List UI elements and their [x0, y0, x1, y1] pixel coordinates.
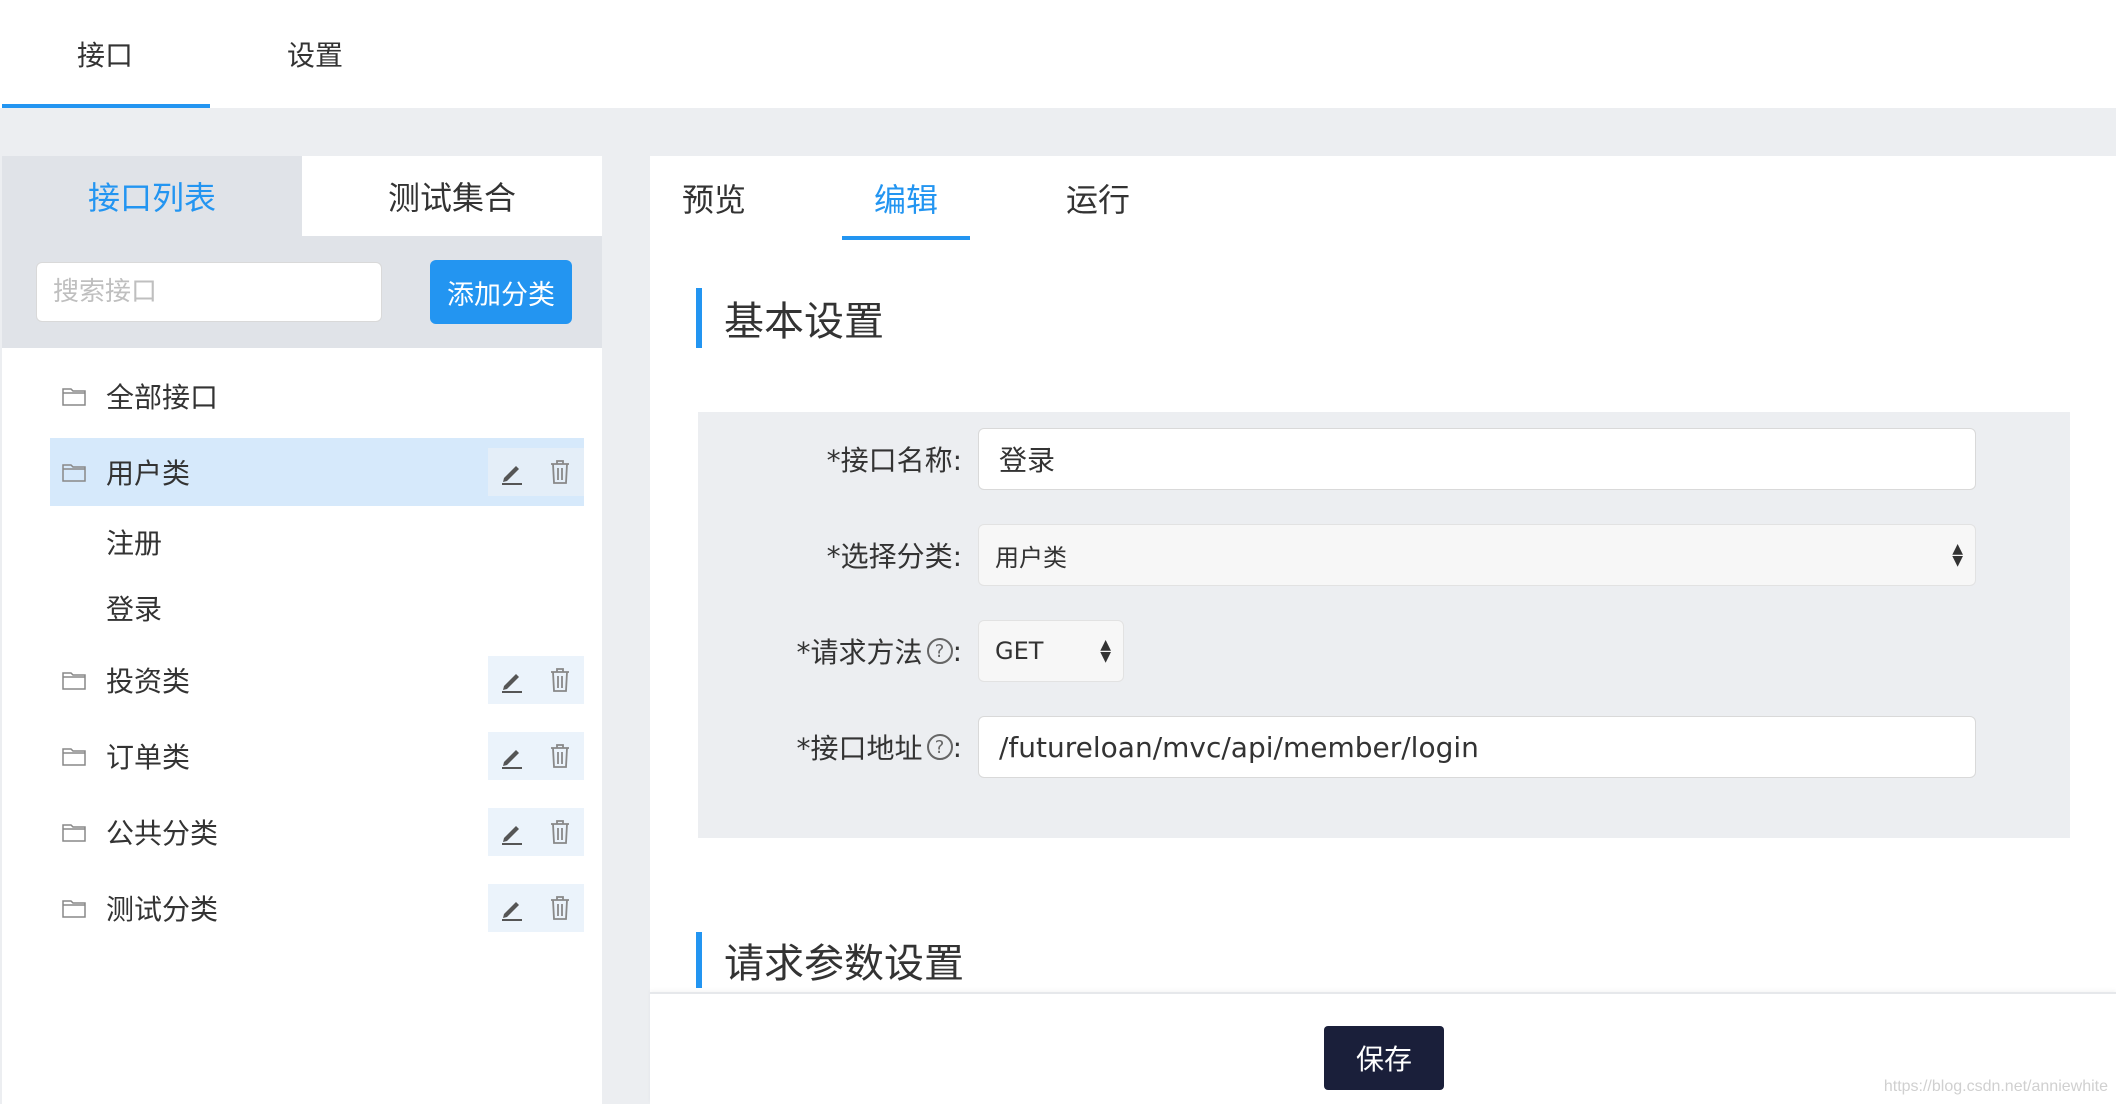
top-nav: 接口 设置 — [0, 0, 2116, 108]
active-tab-indicator — [2, 104, 210, 108]
folder-icon — [62, 464, 86, 482]
active-tab-indicator — [842, 236, 970, 240]
edit-icon[interactable] — [498, 742, 526, 770]
tree-subitem-register[interactable]: 注册 — [106, 522, 162, 562]
save-button[interactable]: 保存 — [1324, 1026, 1444, 1090]
row-actions — [488, 884, 584, 932]
tree-item-category[interactable]: 订单类 — [50, 722, 584, 790]
tree-item-category[interactable]: 测试分类 — [50, 874, 584, 942]
folder-icon — [62, 900, 86, 918]
edit-icon[interactable] — [498, 818, 526, 846]
method-select-value: GET — [995, 637, 1044, 665]
interface-path-input[interactable]: /futureloan/mvc/api/member/login — [978, 716, 1976, 778]
tree-item-category[interactable]: 公共分类 — [50, 798, 584, 866]
help-icon[interactable]: ? — [926, 734, 953, 760]
tab-preview[interactable]: 预览 — [682, 156, 746, 240]
delete-icon[interactable] — [546, 742, 574, 770]
tree-item-category[interactable]: 用户类 — [50, 438, 584, 506]
tree-item-label: 订单类 — [106, 741, 191, 774]
watermark: https://blog.csdn.net/anniewhite — [1883, 1078, 2108, 1095]
tree-item-label: 投资类 — [106, 665, 191, 698]
tab-test-collection[interactable]: 测试集合 — [302, 156, 602, 236]
delete-icon[interactable] — [546, 666, 574, 694]
row-actions — [488, 448, 584, 496]
tab-run[interactable]: 运行 — [1066, 156, 1130, 240]
tab-edit[interactable]: 编辑 — [874, 156, 938, 240]
edit-icon[interactable] — [498, 666, 526, 694]
edit-icon[interactable] — [498, 894, 526, 922]
row-actions — [488, 656, 584, 704]
category-select[interactable]: 用户类 ▲ ▼ — [978, 524, 1976, 586]
tree-item-label: 用户类 — [106, 457, 191, 490]
select-arrows-icon: ▲ ▼ — [1952, 541, 1963, 569]
tab-settings[interactable]: 设置 — [210, 0, 420, 108]
field-label-method: *请求方法 ? : — [796, 634, 962, 670]
row-actions — [488, 808, 584, 856]
left-panel: 接口列表 测试集合 添加分类 — [2, 156, 602, 1104]
delete-icon[interactable] — [546, 894, 574, 922]
field-label-path: *接口地址 ? : — [796, 730, 962, 766]
tree-item-label: 全部接口 — [106, 381, 219, 414]
tree-item-all[interactable]: 全部接口 — [50, 362, 584, 430]
folder-icon — [62, 388, 86, 406]
category-select-value: 用户类 — [995, 543, 1067, 572]
field-label-name: *接口名称: — [826, 444, 962, 477]
tab-interface[interactable]: 接口 — [0, 0, 210, 108]
main-panel: 预览 编辑 运行 基本设置 *接口名称: 登录 *选择分类: 用户类 ▲ ▼ *请… — [650, 156, 2116, 1104]
tree-item-label: 公共分类 — [106, 817, 219, 850]
interface-name-input[interactable]: 登录 — [978, 428, 1976, 490]
field-label-category: *选择分类: — [826, 540, 962, 573]
section-title-basic: 基本设置 — [696, 288, 884, 348]
tab-interface-list[interactable]: 接口列表 — [2, 156, 302, 236]
folder-icon — [62, 672, 86, 690]
delete-icon[interactable] — [546, 458, 574, 486]
section-title-params: 请求参数设置 — [696, 932, 964, 988]
tree-item-label: 测试分类 — [106, 893, 219, 926]
folder-icon — [62, 824, 86, 842]
delete-icon[interactable] — [546, 818, 574, 846]
folder-icon — [62, 748, 86, 766]
tree-item-category[interactable]: 投资类 — [50, 646, 584, 714]
tree-all-interfaces[interactable] — [44, 260, 578, 328]
basic-settings-form: *接口名称: 登录 *选择分类: 用户类 ▲ ▼ *请求方法 ? : GET ▲ ▼… — [698, 412, 2070, 838]
edit-icon[interactable] — [498, 458, 526, 486]
row-actions — [488, 732, 584, 780]
tree-subitem-login[interactable]: 登录 — [106, 588, 162, 628]
select-arrows-icon: ▲ ▼ — [1100, 637, 1111, 665]
method-select[interactable]: GET ▲ ▼ — [978, 620, 1124, 682]
help-icon[interactable]: ? — [926, 638, 953, 664]
